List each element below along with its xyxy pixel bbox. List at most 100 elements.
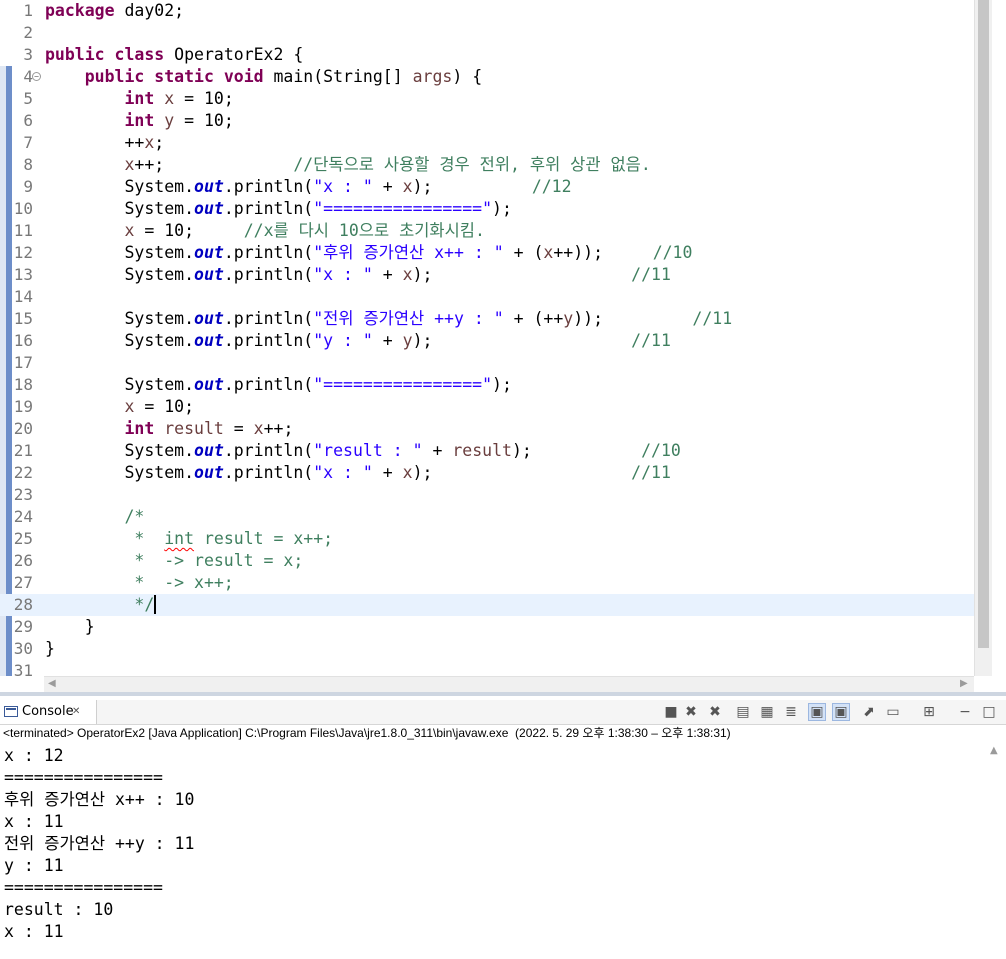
editor-horizontal-scrollbar[interactable]: ◀ ▶ xyxy=(44,676,974,692)
code-line[interactable]: 28 */ xyxy=(0,594,974,616)
editor-vertical-scrollbar[interactable] xyxy=(974,0,993,676)
code-line[interactable]: 10 System.out.println("================"… xyxy=(0,198,974,220)
code-line[interactable]: 20 int result = x++; xyxy=(0,418,974,440)
code-line[interactable]: 16 System.out.println("y : " + y); //11 xyxy=(0,330,974,352)
code-line[interactable]: 30} xyxy=(0,638,974,660)
code-line[interactable]: 27 * -> x++; xyxy=(0,572,974,594)
code-line[interactable]: 7 ++x; xyxy=(0,132,974,154)
line-number: 3 xyxy=(23,45,33,64)
code-text: System.out.println("x : " + x); //12 xyxy=(45,176,572,198)
console-output[interactable]: x : 12 ================ 후위 증가연산 x++ : 10 x … xyxy=(4,745,984,943)
code-token: "전위 증가연산 ++y : " xyxy=(313,309,504,328)
fold-collapse-icon[interactable]: − xyxy=(32,72,41,81)
console-output-line: result : 10 xyxy=(4,900,114,919)
code-line[interactable]: 24 /* xyxy=(0,506,974,528)
show-on-stdout-icon[interactable]: ▣ xyxy=(808,703,826,721)
code-line[interactable]: 14 xyxy=(0,286,974,308)
minimize-icon[interactable]: − xyxy=(956,703,974,721)
display-selected-console-icon[interactable]: ▭ xyxy=(884,703,902,721)
code-line[interactable]: 11 x = 10; //x를 다시 10으로 초기화시킴. xyxy=(0,220,974,242)
scroll-up-icon[interactable]: ▲ xyxy=(990,745,998,756)
line-number: 6 xyxy=(23,111,33,130)
code-line[interactable]: 21 System.out.println("result : " + resu… xyxy=(0,440,974,462)
code-token: //11 xyxy=(631,331,671,350)
terminate-icon[interactable]: ■ xyxy=(662,703,680,721)
code-token: + xyxy=(422,441,453,460)
console-tab-label: Console xyxy=(22,704,74,719)
code-token: //10 xyxy=(652,243,693,262)
code-token: //10 xyxy=(641,441,681,460)
code-token: int xyxy=(124,419,155,438)
remove-all-terminated-icon[interactable]: ✖ xyxy=(706,703,724,721)
maximize-icon[interactable]: □ xyxy=(980,703,998,721)
code-line[interactable]: 23 xyxy=(0,484,974,506)
open-console-icon[interactable]: ⊞ xyxy=(920,703,938,721)
line-number: 22 xyxy=(13,463,33,482)
code-line[interactable]: 3 public class OperatorEx2 { xyxy=(0,44,974,66)
code-token: x xyxy=(124,155,135,174)
code-line[interactable]: 18 System.out.println("================"… xyxy=(0,374,974,396)
code-token: public class xyxy=(45,45,165,64)
code-token: //12 xyxy=(531,177,572,196)
code-line[interactable]: 22 System.out.println("x : " + x); //11 xyxy=(0,462,974,484)
code-token: .println( xyxy=(223,331,314,350)
console-vertical-scrollbar[interactable]: ▲ xyxy=(988,745,1002,959)
code-line[interactable]: 25 * int result = x++; xyxy=(0,528,974,550)
console-output-line: ================ xyxy=(4,878,163,897)
code-line[interactable]: 6 int y = 10; xyxy=(0,110,974,132)
code-token: ++; xyxy=(134,155,294,174)
code-token: * -> x++; xyxy=(134,573,234,592)
code-token: + xyxy=(372,177,403,196)
line-number: 13 xyxy=(13,265,33,284)
code-token: * xyxy=(134,529,165,548)
code-token: package xyxy=(45,1,115,20)
code-token: ); xyxy=(492,375,512,394)
code-line[interactable]: 9 System.out.println("x : " + x); //12 xyxy=(0,176,974,198)
pin-console-icon[interactable]: ⬈ xyxy=(860,703,878,721)
code-token: /* xyxy=(124,507,145,526)
line-number: 9 xyxy=(23,177,33,196)
code-text: package day02; xyxy=(45,0,184,22)
line-number: 10 xyxy=(13,199,33,218)
remove-launch-icon[interactable]: ✖ xyxy=(682,703,700,721)
code-line[interactable]: 2 xyxy=(0,22,974,44)
code-line[interactable]: 12 System.out.println("후위 증가연산 x++ : " +… xyxy=(0,242,974,264)
scroll-left-icon[interactable]: ◀ xyxy=(48,678,56,689)
code-line[interactable]: 19 x = 10; xyxy=(0,396,974,418)
scroll-right-icon[interactable]: ▶ xyxy=(960,678,968,689)
line-number: 20 xyxy=(13,419,33,438)
code-line[interactable]: 13 System.out.println("x : " + x); //11 xyxy=(0,264,974,286)
code-token: out xyxy=(194,177,224,196)
code-line[interactable]: 29 } xyxy=(0,616,974,638)
code-editor[interactable]: 1 package day02; 2 3 public class OperatorEx… xyxy=(0,0,1006,692)
code-text: * -> result = x; xyxy=(45,550,303,572)
code-token: out xyxy=(194,375,224,394)
console-toolbar: ■ ✖ ✖ ▤ ▦ ≣ ▣ ▣ ⬈ ▭ ⊞ − □ xyxy=(662,700,1002,724)
show-on-stderr-icon[interactable]: ▣ xyxy=(832,703,850,721)
code-line[interactable]: 4− public static void main(String[] args… xyxy=(0,66,974,88)
code-text: public static void main(String[] args) { xyxy=(45,66,482,88)
code-token: int xyxy=(164,529,195,548)
console-tab[interactable]: Console ✕ xyxy=(0,700,97,724)
word-wrap-icon[interactable]: ≣ xyxy=(782,703,800,721)
code-token: int xyxy=(124,111,155,130)
code-token: "================" xyxy=(313,375,493,394)
code-line[interactable]: 8 x++; //단독으로 사용할 경우 전위, 후위 상관 없음. xyxy=(0,154,974,176)
code-token: result xyxy=(452,441,512,460)
editor-vertical-scroll-thumb[interactable] xyxy=(978,0,989,648)
close-icon[interactable]: ✕ xyxy=(72,700,80,724)
clear-console-icon[interactable]: ▤ xyxy=(734,703,752,721)
code-line[interactable]: 26 * -> result = x; xyxy=(0,550,974,572)
code-token: x xyxy=(124,221,135,240)
line-number: 25 xyxy=(13,529,33,548)
code-line[interactable]: 1 package day02; xyxy=(0,0,974,22)
code-line[interactable]: 5 int x = 10; xyxy=(0,88,974,110)
line-number: 5 xyxy=(23,89,33,108)
code-line[interactable]: 17 xyxy=(0,352,974,374)
code-line[interactable]: 15 System.out.println("전위 증가연산 ++y : " +… xyxy=(0,308,974,330)
code-text: x = 10; //x를 다시 10으로 초기화시킴. xyxy=(45,220,484,242)
scroll-lock-icon[interactable]: ▦ xyxy=(758,703,776,721)
code-token: out xyxy=(194,441,224,460)
